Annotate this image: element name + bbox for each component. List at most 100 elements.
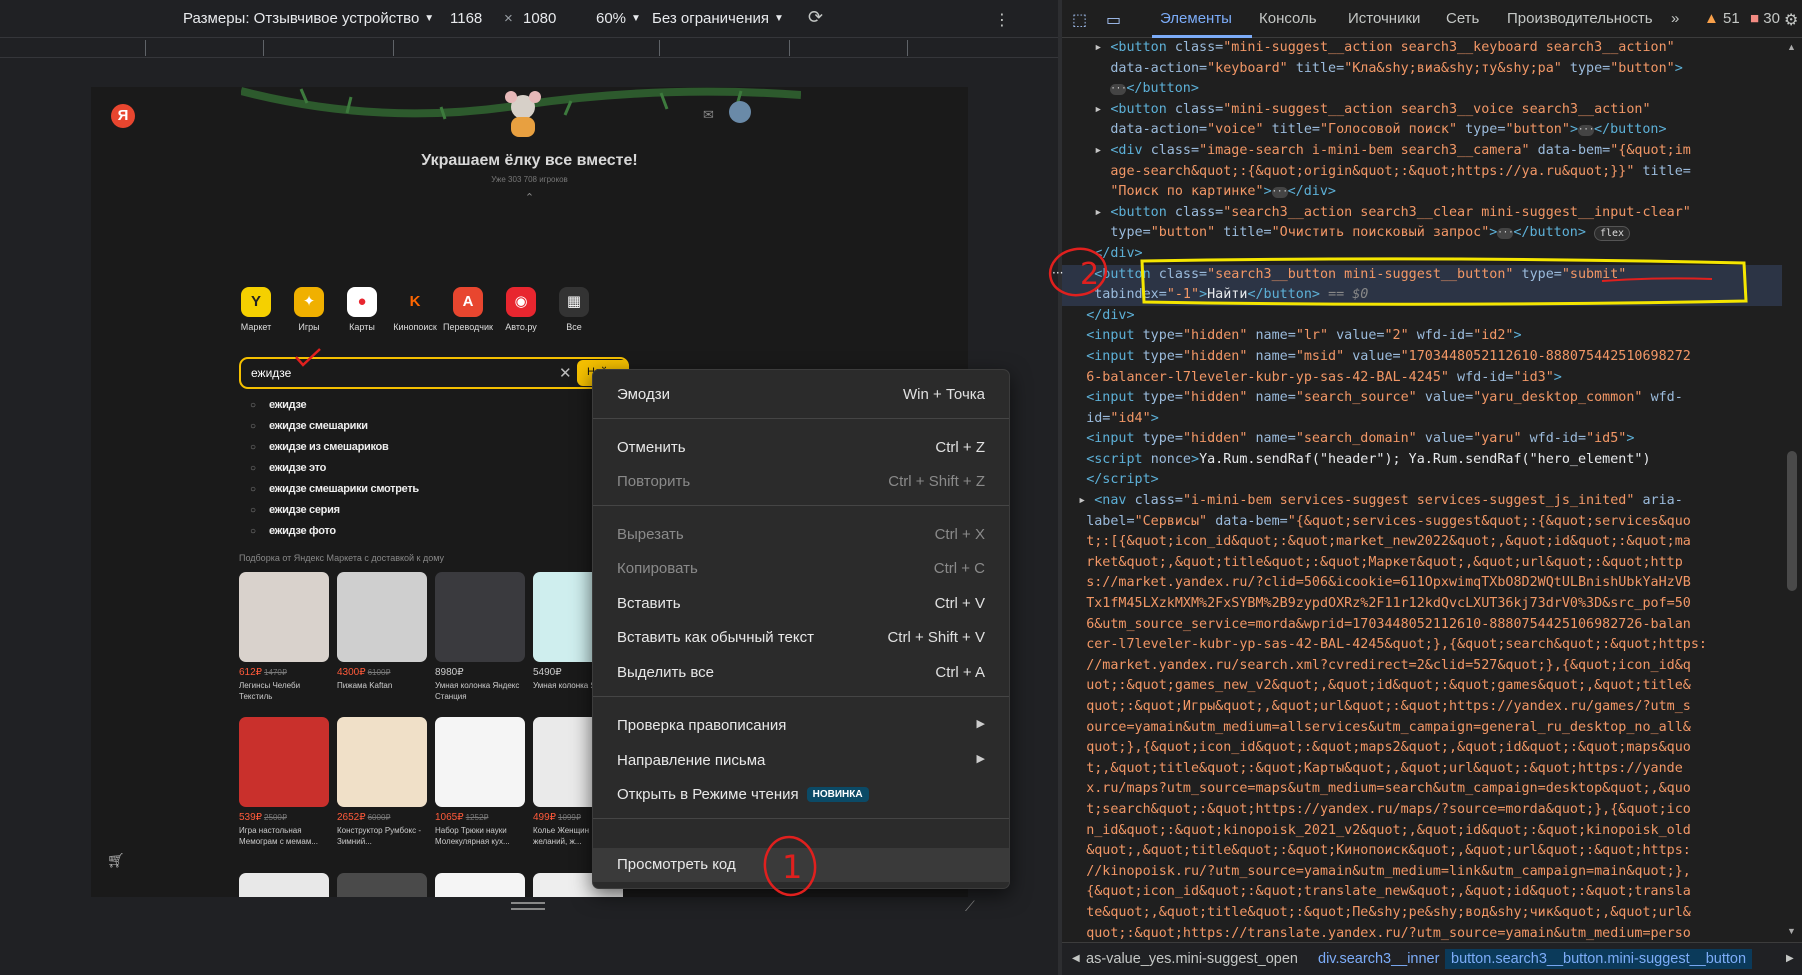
breadcrumb: ◀ as-value_yes.mini-suggest_open div.sea… [1062, 942, 1802, 975]
menu-item-label: Вставить [617, 595, 681, 612]
menu-item-emoji[interactable]: Эмодзи Win + Точка [593, 380, 1009, 410]
suggestion-item[interactable]: ежидзе [239, 395, 629, 416]
submenu-arrow-icon: ▶ [976, 718, 985, 730]
product-card[interactable]: 8980₽ Умная колонка Яндекс Станция [435, 572, 525, 702]
resize-handle-bottom[interactable] [511, 902, 545, 910]
service-translate[interactable]: A Переводчик [443, 287, 493, 332]
rotate-icon[interactable]: ⟳ [808, 7, 823, 28]
tab-elements[interactable]: Элементы [1160, 10, 1232, 27]
device-toggle-icon[interactable]: ▭ [1106, 10, 1121, 30]
service-all[interactable]: ▦ Все [549, 287, 599, 332]
banner-title: Украшаем ёлку все вместе! [421, 152, 638, 169]
submenu-arrow-icon: ▶ [976, 753, 985, 765]
service-autoru[interactable]: ◉ Авто.ру [496, 287, 546, 332]
product-card[interactable]: 612₽ 1470₽ Легинсы Челеби Текстиль [239, 572, 329, 702]
devtools-panel: ⬚ ▭ Элементы Консоль Источники Сеть Прои… [1062, 0, 1802, 975]
menu-item-shortcut: Win + Точка [903, 386, 985, 403]
dimensions-dropdown[interactable]: Размеры: Отзывчивое устройство [183, 10, 434, 27]
product-card[interactable]: 2652₽ 6000₽ Конструктор Румбокс - Зимний..… [337, 717, 427, 847]
menu-item-select-all[interactable]: Выделить все Ctrl + A [593, 658, 1009, 688]
mail-icon[interactable]: ✉ [703, 107, 714, 123]
settings-gear-icon[interactable]: ⚙ [1784, 10, 1798, 30]
product-card[interactable] [337, 873, 427, 897]
breadcrumb-item-selected[interactable]: button.search3__button.mini-suggest__but… [1445, 949, 1753, 969]
product-price: 499₽ [533, 812, 557, 823]
warning-icon: ▲ [1704, 10, 1719, 27]
suggestion-item[interactable]: ежидзе это [239, 458, 629, 479]
service-kinopoisk[interactable]: K Кинопоиск [390, 287, 440, 332]
tab-network[interactable]: Сеть [1446, 10, 1479, 27]
breadcrumb-item[interactable]: as-value_yes.mini-suggest_open [1086, 951, 1298, 967]
service-maps[interactable]: ● Карты [337, 287, 387, 332]
kinopoisk-icon: K [400, 287, 430, 317]
more-options-icon[interactable]: ⋮ [994, 10, 1010, 30]
cart-icon[interactable]: 🛒︎ [107, 852, 125, 869]
more-tabs-button[interactable]: » [1671, 10, 1679, 27]
suggestion-item[interactable]: ежидзе фото [239, 521, 629, 542]
tab-console[interactable]: Консоль [1259, 10, 1317, 27]
resize-corner-icon[interactable]: ⟋ [965, 898, 975, 915]
product-card[interactable] [435, 873, 525, 897]
product-price: 1065₽ [435, 812, 464, 823]
breadcrumb-item[interactable]: div.search3__inner [1318, 951, 1439, 967]
menu-item-writing-direction[interactable]: Направление письма ▶ [593, 746, 1009, 776]
menu-item-copy[interactable]: Копировать Ctrl + C [593, 554, 1009, 584]
code-scrollbar[interactable]: ▲ ▼ [1782, 38, 1802, 942]
product-card[interactable]: 539₽ 2500₽ Игра настольная Мемограм с мема… [239, 717, 329, 847]
avatar[interactable] [729, 101, 751, 123]
market-icon: Y [241, 287, 271, 317]
product-image [435, 717, 525, 807]
menu-item-label: Вырезать [617, 526, 684, 543]
menu-separator [593, 696, 1009, 697]
menu-item-redo[interactable]: Повторить Ctrl + Shift + Z [593, 467, 1009, 497]
suggestion-item[interactable]: ежидзе смешарики смотреть [239, 479, 629, 500]
menu-item-spellcheck[interactable]: Проверка правописания ▶ [593, 711, 1009, 741]
elements-tree[interactable]: ▸ <button class="mini-suggest__action se… [1062, 38, 1782, 942]
service-games[interactable]: ✦ Игры [284, 287, 334, 332]
tab-performance[interactable]: Производительность [1507, 10, 1653, 27]
errors-counter[interactable]: ■ 30 [1750, 10, 1780, 27]
clear-icon[interactable]: ✕ [559, 364, 572, 382]
product-card[interactable]: 1065₽ 1252₽ Набор Трюки науки Молекулярная… [435, 717, 525, 847]
warnings-counter[interactable]: ▲ 51 [1704, 10, 1740, 27]
suggestion-item[interactable]: ежидзе из смешариков [239, 437, 629, 458]
scroll-down-icon[interactable]: ▼ [1787, 926, 1796, 936]
product-image [435, 873, 525, 897]
product-card[interactable] [239, 873, 329, 897]
service-label: Переводчик [443, 322, 493, 332]
menu-item-paste[interactable]: Вставить Ctrl + V [593, 589, 1009, 619]
height-input[interactable]: 1080 [523, 10, 556, 27]
scroll-up-icon[interactable]: ▲ [1787, 42, 1796, 52]
search-input[interactable]: ежидзе [251, 366, 291, 380]
devtools-tabbar: ⬚ ▭ Элементы Консоль Источники Сеть Прои… [1062, 0, 1802, 38]
red-checkmark-annotation [295, 348, 321, 367]
throttling-dropdown[interactable]: Без ограничения [652, 10, 784, 27]
menu-item-reading-mode[interactable]: Открыть в Режиме чтения НОВИНКА [593, 780, 1009, 810]
product-name: Пижама Kaftan [337, 681, 393, 690]
suggestion-item[interactable]: ежидзе серия [239, 500, 629, 521]
menu-item-label: Эмодзи [617, 386, 670, 403]
menu-item-paste-plain[interactable]: Вставить как обычный текст Ctrl + Shift +… [593, 623, 1009, 653]
banner-subtitle: Уже 303 708 игроков [491, 175, 568, 184]
breadcrumb-right-arrow-icon[interactable]: ▶ [1786, 953, 1794, 964]
tab-sources[interactable]: Источники [1348, 10, 1420, 27]
product-image [239, 572, 329, 662]
product-card[interactable]: 4300₽ 6100₽ Пижама Kaftan [337, 572, 427, 691]
zoom-dropdown[interactable]: 60% [596, 10, 641, 27]
breadcrumb-left-arrow-icon[interactable]: ◀ [1072, 953, 1080, 964]
collapse-chevron-icon[interactable]: ⌃ [91, 191, 968, 204]
menu-item-shortcut: Ctrl + Shift + V [887, 629, 985, 646]
menu-item-undo[interactable]: Отменить Ctrl + Z [593, 433, 1009, 463]
yandex-logo[interactable]: Я [111, 104, 135, 128]
suggestion-item[interactable]: ежидзе смешарики [239, 416, 629, 437]
product-price: 8980₽ [435, 667, 464, 678]
scrollbar-thumb[interactable] [1787, 451, 1797, 591]
product-price: 5490₽ [533, 667, 562, 678]
width-input[interactable]: 1168 [450, 10, 482, 27]
menu-item-inspect[interactable]: Просмотреть код [593, 848, 1009, 882]
device-toolbar: Размеры: Отзывчивое устройство 1168 × 10… [0, 0, 1058, 38]
menu-item-cut[interactable]: Вырезать Ctrl + X [593, 520, 1009, 550]
service-market[interactable]: Y Маркет [231, 287, 281, 332]
menu-item-label: Отменить [617, 439, 686, 456]
inspect-element-icon[interactable]: ⬚ [1072, 10, 1087, 30]
